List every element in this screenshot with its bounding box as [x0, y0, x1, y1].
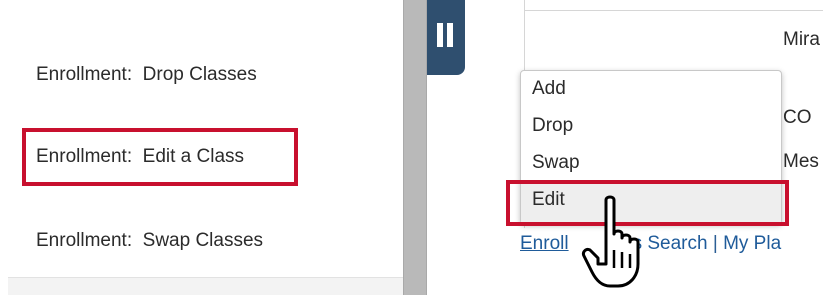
left-panel-footer: [8, 277, 403, 295]
hand-pointer-icon: [582, 195, 640, 288]
link-separator: |: [707, 233, 724, 254]
table-border-horizontal: [524, 10, 823, 11]
collapse-panel-button[interactable]: [427, 0, 465, 75]
table-cell-partial-text: CO: [783, 107, 812, 128]
menu-link-drop-classes[interactable]: Enrollment: Drop Classes: [36, 64, 257, 86]
panel-splitter[interactable]: [403, 0, 427, 295]
pause-icon: [437, 23, 443, 47]
links-row: Enroll s Search | My Pla: [520, 233, 781, 255]
pause-icon-bar: [447, 23, 453, 47]
enroll-link[interactable]: Enroll: [520, 233, 569, 254]
menu-item-drop[interactable]: Drop: [532, 115, 573, 137]
menu-link-swap-classes[interactable]: Enrollment: Swap Classes: [36, 230, 263, 252]
menu-item-swap[interactable]: Swap: [532, 152, 580, 174]
table-cell-partial-text: Mes: [783, 151, 819, 172]
highlight-box-edit-a-class: [22, 128, 298, 186]
menu-item-add[interactable]: Add: [532, 78, 566, 100]
table-cell-partial-text: Mira: [783, 29, 820, 50]
my-planner-link[interactable]: My Pla: [723, 233, 781, 254]
